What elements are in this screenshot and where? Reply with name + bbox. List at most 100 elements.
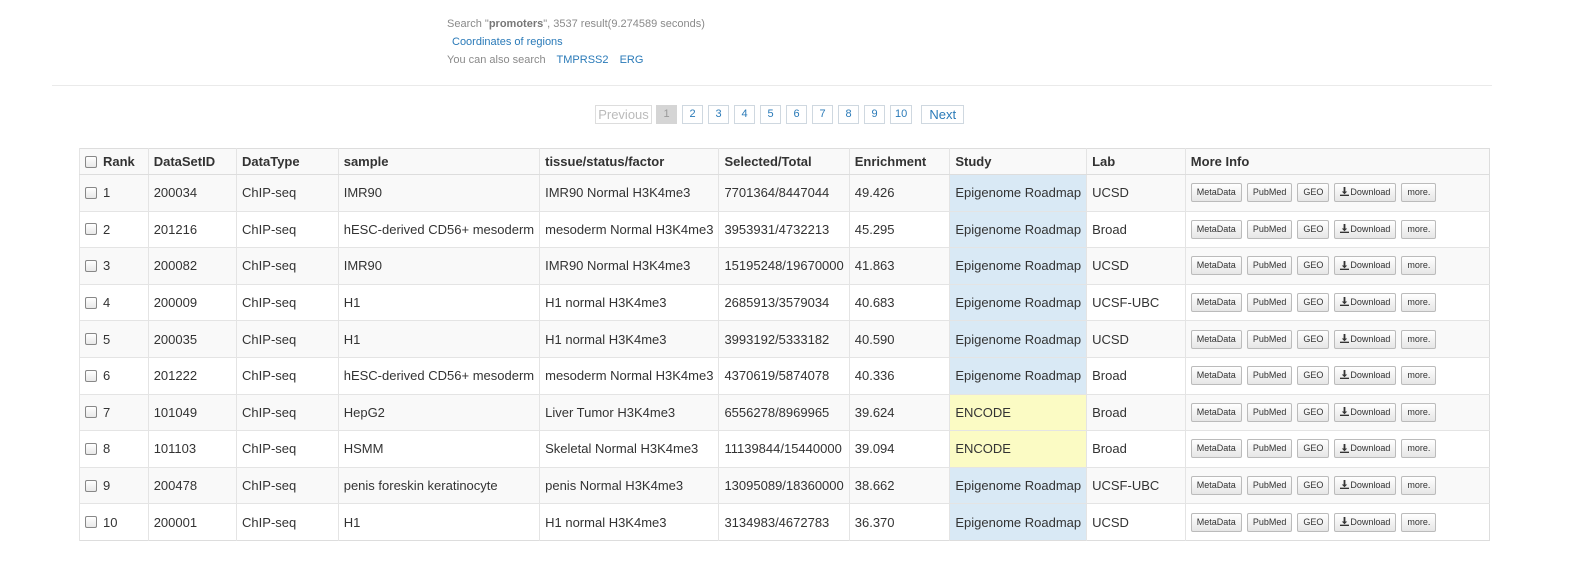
also-search-link-tmprss2[interactable]: TMPRSS2	[557, 54, 609, 66]
pubmed-button[interactable]: PubMed	[1246, 512, 1293, 532]
more-button[interactable]: more.	[1401, 293, 1437, 313]
geo-button[interactable]: GEO	[1297, 293, 1330, 313]
metadata-button[interactable]: MetaData	[1190, 329, 1242, 349]
page-button-10[interactable]: 10	[890, 105, 913, 124]
geo-button[interactable]: GEO	[1297, 512, 1330, 532]
download-button[interactable]: Download	[1334, 366, 1397, 386]
download-icon	[1340, 260, 1350, 270]
cell-dataset-id: 101103	[147, 430, 237, 468]
row-checkbox[interactable]	[85, 479, 97, 492]
pubmed-button[interactable]: PubMed	[1246, 439, 1293, 459]
download-button[interactable]: Download	[1334, 256, 1397, 276]
download-button[interactable]: Download	[1334, 512, 1397, 532]
cell-dataset-id: 200478	[147, 466, 237, 504]
geo-button[interactable]: GEO	[1297, 329, 1330, 349]
cell-lab: UCSD	[1086, 503, 1186, 541]
metadata-button[interactable]: MetaData	[1190, 293, 1242, 313]
download-icon	[1340, 406, 1350, 417]
download-icon	[1340, 333, 1350, 344]
row-checkbox[interactable]	[85, 186, 97, 199]
also-search-link-erg[interactable]: ERG	[620, 54, 644, 66]
page-button-5[interactable]: 5	[760, 105, 781, 124]
geo-button[interactable]: GEO	[1297, 366, 1330, 386]
download-button[interactable]: Download	[1334, 293, 1397, 313]
row-checkbox[interactable]	[85, 516, 97, 529]
geo-button[interactable]: GEO	[1297, 439, 1330, 459]
more-button[interactable]: more.	[1401, 219, 1437, 239]
page-button-8[interactable]: 8	[838, 105, 859, 124]
cell-study: Epigenome Roadmap	[949, 247, 1087, 285]
pubmed-button[interactable]: PubMed	[1246, 219, 1293, 239]
more-button[interactable]: more.	[1401, 439, 1437, 459]
cell-selected-total: 3134983/4672783	[718, 503, 850, 541]
header-sample[interactable]: sample	[337, 148, 540, 175]
header-tissue-status-factor[interactable]: tissue/status/factor	[539, 148, 719, 175]
select-all-checkbox[interactable]	[85, 155, 97, 168]
page-button-3[interactable]: 3	[708, 105, 729, 124]
metadata-button[interactable]: MetaData	[1190, 183, 1242, 203]
more-button[interactable]: more.	[1401, 512, 1437, 532]
cell-rank: 9	[79, 466, 149, 504]
page-button-7[interactable]: 7	[812, 105, 833, 124]
table-row: 1 200034 ChIP-seq IMR90 IMR90 Normal H3K4me3…	[79, 174, 1490, 212]
pubmed-button[interactable]: PubMed	[1246, 366, 1293, 386]
cell-sample: HepG2	[337, 393, 540, 431]
pubmed-button[interactable]: PubMed	[1246, 402, 1293, 422]
download-button[interactable]: Download	[1334, 402, 1397, 422]
cell-enrichment: 36.370	[848, 503, 950, 541]
more-button[interactable]: more.	[1401, 183, 1437, 203]
download-button[interactable]: Download	[1334, 219, 1397, 239]
pubmed-button[interactable]: PubMed	[1246, 256, 1293, 276]
more-button[interactable]: more.	[1401, 476, 1437, 496]
cell-study: Epigenome Roadmap	[949, 320, 1087, 358]
geo-button[interactable]: GEO	[1297, 256, 1330, 276]
metadata-button[interactable]: MetaData	[1190, 476, 1242, 496]
download-button[interactable]: Download	[1334, 183, 1397, 203]
metadata-button[interactable]: MetaData	[1190, 366, 1242, 386]
row-checkbox[interactable]	[85, 296, 97, 309]
previous-page-button[interactable]: Previous	[595, 105, 652, 124]
header-datatype[interactable]: DataType	[236, 148, 339, 175]
header-lab[interactable]: Lab	[1086, 148, 1186, 175]
row-checkbox[interactable]	[85, 406, 97, 419]
header-study[interactable]: Study	[949, 148, 1087, 175]
download-button[interactable]: Download	[1334, 439, 1397, 459]
page-button-6[interactable]: 6	[786, 105, 807, 124]
more-button[interactable]: more.	[1401, 366, 1437, 386]
metadata-button[interactable]: MetaData	[1190, 219, 1242, 239]
page-button-1[interactable]: 1	[656, 105, 677, 124]
page-button-9[interactable]: 9	[864, 105, 885, 124]
row-checkbox[interactable]	[85, 260, 97, 273]
more-button[interactable]: more.	[1401, 402, 1437, 422]
pubmed-button[interactable]: PubMed	[1246, 293, 1293, 313]
header-dataset-id[interactable]: DataSetID	[147, 148, 237, 175]
download-button[interactable]: Download	[1334, 476, 1397, 496]
row-checkbox[interactable]	[85, 443, 97, 456]
coordinates-of-regions-link[interactable]: Coordinates of regions	[452, 33, 705, 51]
pubmed-button[interactable]: PubMed	[1246, 329, 1293, 349]
cell-enrichment: 49.426	[848, 174, 950, 212]
cell-enrichment: 45.295	[848, 210, 950, 248]
header-enrichment[interactable]: Enrichment	[848, 148, 950, 175]
row-checkbox[interactable]	[85, 369, 97, 382]
more-button[interactable]: more.	[1401, 256, 1437, 276]
geo-button[interactable]: GEO	[1297, 402, 1330, 422]
cell-selected-total: 13095089/18360000	[718, 466, 850, 504]
metadata-button[interactable]: MetaData	[1190, 402, 1242, 422]
page-button-2[interactable]: 2	[682, 105, 703, 124]
metadata-button[interactable]: MetaData	[1190, 439, 1242, 459]
more-button[interactable]: more.	[1401, 329, 1437, 349]
metadata-button[interactable]: MetaData	[1190, 256, 1242, 276]
next-page-button[interactable]: Next	[921, 105, 965, 124]
row-checkbox[interactable]	[85, 333, 97, 346]
metadata-button[interactable]: MetaData	[1190, 512, 1242, 532]
geo-button[interactable]: GEO	[1297, 183, 1330, 203]
row-checkbox[interactable]	[85, 223, 97, 236]
header-selected-total[interactable]: Selected/Total	[718, 148, 850, 175]
pubmed-button[interactable]: PubMed	[1246, 476, 1293, 496]
pubmed-button[interactable]: PubMed	[1246, 183, 1293, 203]
download-button[interactable]: Download	[1334, 329, 1397, 349]
geo-button[interactable]: GEO	[1297, 476, 1330, 496]
page-button-4[interactable]: 4	[734, 105, 755, 124]
geo-button[interactable]: GEO	[1297, 219, 1330, 239]
